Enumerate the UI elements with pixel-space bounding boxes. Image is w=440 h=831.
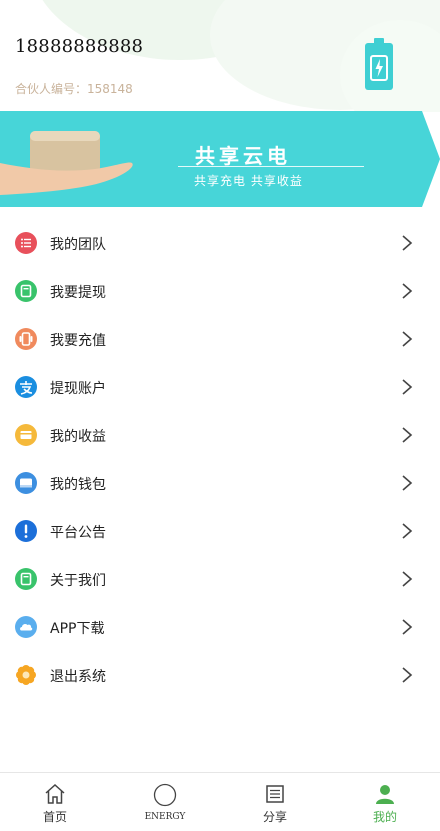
user-icon bbox=[376, 785, 394, 804]
share-list-icon bbox=[266, 785, 284, 803]
menu-item-about[interactable]: 关于我们 bbox=[0, 555, 440, 603]
chevron-right-icon bbox=[402, 331, 413, 347]
nav-mine[interactable]: 我的 bbox=[330, 773, 440, 831]
account-menu: 我的团队 我要提现 我要充值 提现账户 我的收益 我的钱包 平台公告 关于我们 … bbox=[0, 219, 440, 699]
chevron-right-icon bbox=[402, 619, 413, 635]
menu-item-logout[interactable]: 退出系统 bbox=[0, 651, 440, 699]
announcement-icon bbox=[15, 520, 37, 542]
about-icon bbox=[15, 568, 37, 590]
menu-item-label: 平台公告 bbox=[50, 525, 106, 541]
menu-item-label: 我要充值 bbox=[50, 333, 106, 349]
menu-item-label: 关于我们 bbox=[50, 573, 106, 589]
circle-icon bbox=[153, 783, 177, 807]
wallet-icon bbox=[15, 472, 37, 494]
user-phone: 18888888888 bbox=[15, 36, 144, 57]
banner-divider bbox=[178, 166, 364, 167]
banner-title: 共享云电 bbox=[195, 144, 291, 168]
menu-item-label: 提现账户 bbox=[50, 381, 106, 397]
menu-item-label: 我的钱包 bbox=[50, 477, 106, 493]
menu-item-withdraw[interactable]: 我要提现 bbox=[0, 267, 440, 315]
nav-home[interactable]: 首页 bbox=[0, 773, 110, 831]
chevron-right-icon bbox=[402, 235, 413, 251]
chevron-right-icon bbox=[402, 427, 413, 443]
alipay-icon bbox=[15, 376, 37, 398]
banner-subtitle: 共享充电 共享收益 bbox=[194, 174, 303, 188]
menu-item-label: 我的收益 bbox=[50, 429, 106, 445]
nav-mine-label: 我的 bbox=[372, 810, 397, 824]
profile-header: 18888888888 合伙人编号：158148 bbox=[0, 0, 440, 112]
logout-flower-icon bbox=[16, 665, 36, 685]
menu-item-my-team[interactable]: 我的团队 bbox=[0, 219, 440, 267]
menu-item-announcement[interactable]: 平台公告 bbox=[0, 507, 440, 555]
menu-item-label: APP下载 bbox=[50, 621, 105, 637]
nav-energy-label: ENERGY bbox=[144, 812, 186, 822]
menu-item-label: 退出系统 bbox=[50, 669, 106, 685]
chevron-right-icon bbox=[402, 475, 413, 491]
earnings-icon bbox=[15, 424, 37, 446]
menu-item-earnings[interactable]: 我的收益 bbox=[0, 411, 440, 459]
nav-share-label: 分享 bbox=[262, 810, 287, 824]
bottom-nav: 首页 ENERGY 分享 我的 bbox=[0, 772, 440, 831]
menu-item-label: 我的团队 bbox=[50, 237, 106, 253]
recharge-icon bbox=[15, 328, 37, 350]
withdraw-icon bbox=[15, 280, 37, 302]
menu-item-app-download[interactable]: APP下载 bbox=[0, 603, 440, 651]
battery-icon bbox=[365, 38, 393, 90]
partner-id: 合伙人编号：158148 bbox=[15, 82, 133, 96]
menu-item-withdraw-account[interactable]: 提现账户 bbox=[0, 363, 440, 411]
nav-share[interactable]: 分享 bbox=[220, 773, 330, 831]
chevron-right-icon bbox=[402, 523, 413, 539]
team-list-icon bbox=[15, 232, 37, 254]
menu-item-label: 我要提现 bbox=[50, 285, 106, 301]
menu-item-recharge[interactable]: 我要充值 bbox=[0, 315, 440, 363]
home-icon bbox=[45, 783, 65, 804]
nav-home-label: 首页 bbox=[42, 810, 67, 824]
chevron-right-icon bbox=[402, 379, 413, 395]
chevron-right-icon bbox=[402, 571, 413, 587]
chevron-right-icon bbox=[402, 283, 413, 299]
menu-item-wallet[interactable]: 我的钱包 bbox=[0, 459, 440, 507]
chevron-right-icon bbox=[402, 667, 413, 683]
nav-energy[interactable]: ENERGY bbox=[110, 773, 220, 831]
cloud-download-icon bbox=[15, 616, 37, 638]
